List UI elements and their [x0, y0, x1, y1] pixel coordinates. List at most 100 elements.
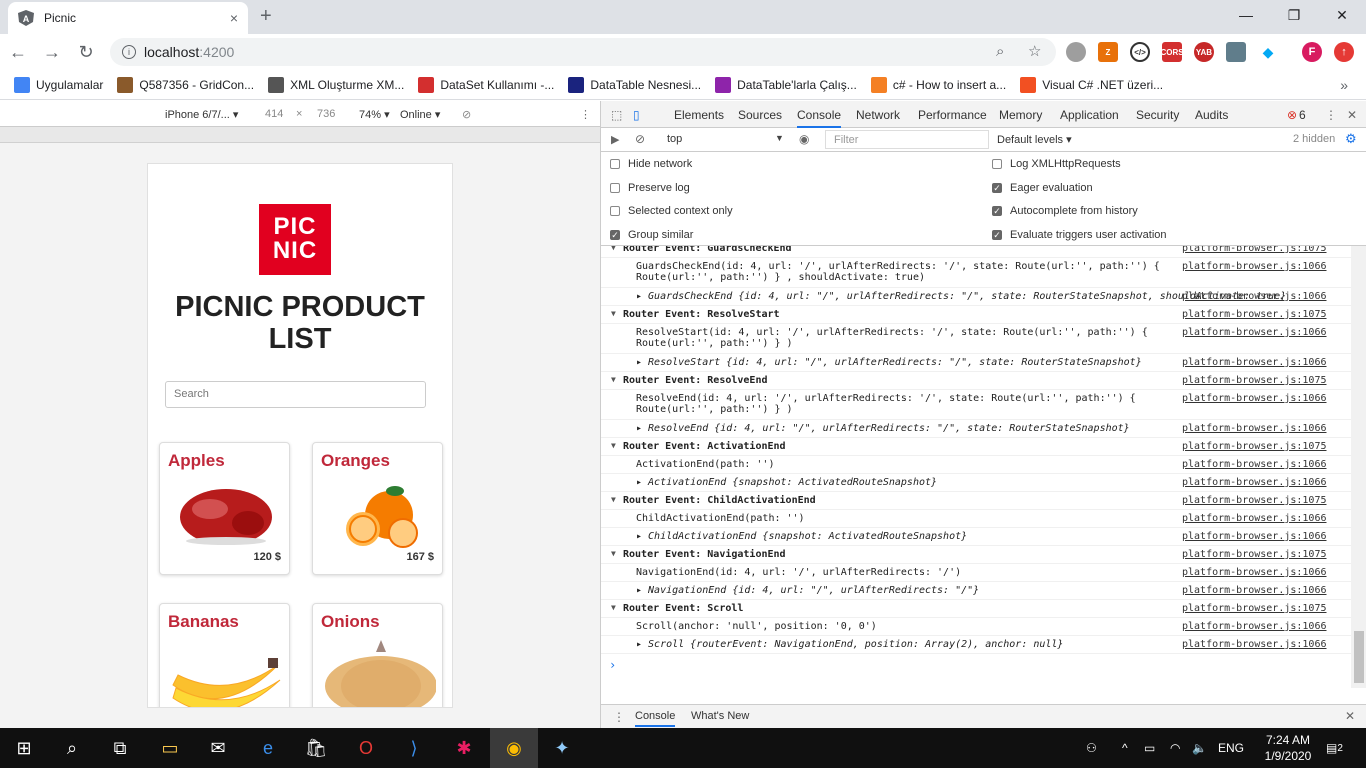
console-message[interactable]: ▸ ResolveStart {id: 4, url: "/", urlAfte…: [601, 354, 1351, 372]
unchecked-icon[interactable]: [992, 159, 1002, 169]
source-link[interactable]: platform-browser.js:1075: [1182, 441, 1327, 452]
console-message[interactable]: ChildActivationEnd(path: '') platform-bro…: [601, 510, 1351, 528]
file-explorer-icon[interactable]: ▭: [146, 728, 194, 768]
tab-application[interactable]: Application: [1060, 108, 1119, 122]
maximize-button[interactable]: ❐: [1270, 0, 1318, 30]
device-more-icon[interactable]: ⋮: [580, 108, 591, 121]
clock[interactable]: 7:24 AM 1/9/2020: [1258, 728, 1318, 768]
console-group-header[interactable]: ▼ Router Event: ResolveStart platform-brow…: [601, 306, 1351, 324]
tab-sources[interactable]: Sources: [738, 108, 782, 122]
tab-console[interactable]: Console: [797, 108, 842, 128]
start-icon[interactable]: ⊞: [0, 728, 48, 768]
extension-cors-icon[interactable]: CORS: [1160, 42, 1184, 62]
source-link[interactable]: platform-browser.js:1066: [1182, 531, 1327, 542]
profile-avatar[interactable]: F: [1302, 42, 1322, 62]
volume-icon[interactable]: 🔈: [1192, 728, 1207, 768]
unchecked-icon[interactable]: [610, 182, 620, 193]
bookmark-item[interactable]: Visual C# .NET üzeri...: [1020, 76, 1163, 93]
console-filter-input[interactable]: Filter: [825, 130, 989, 149]
browser-tab[interactable]: A Picnic ×: [8, 2, 248, 34]
search-input[interactable]: Search: [165, 381, 426, 408]
opera-icon[interactable]: O: [342, 728, 390, 768]
reload-icon[interactable]: ↻: [70, 36, 102, 68]
product-card[interactable]: Onions: [312, 603, 443, 707]
product-card[interactable]: Oranges 167 $: [312, 442, 443, 575]
zoom-select[interactable]: 74% ▾: [359, 108, 390, 121]
extension-person-icon[interactable]: [1226, 42, 1246, 62]
bookmarks-more-icon[interactable]: »: [1340, 77, 1348, 93]
device-height[interactable]: 736: [317, 108, 335, 120]
bookmark-star-icon[interactable]: ☆: [1028, 42, 1041, 60]
back-icon[interactable]: ←: [2, 36, 34, 68]
source-link[interactable]: platform-browser.js:1066: [1182, 393, 1327, 404]
bookmark-item[interactable]: Uygulamalar: [14, 76, 103, 93]
unchecked-icon[interactable]: [610, 206, 620, 216]
vscode-icon[interactable]: ⟩: [390, 728, 438, 768]
network-select[interactable]: Online ▾: [400, 108, 440, 121]
product-card[interactable]: Bananas: [159, 603, 290, 707]
device-toggle-icon[interactable]: ▯: [633, 108, 640, 122]
source-link[interactable]: platform-browser.js:1075: [1182, 603, 1327, 614]
source-link[interactable]: platform-browser.js:1066: [1182, 261, 1327, 272]
product-card[interactable]: Apples 120 $: [159, 442, 290, 575]
source-link[interactable]: platform-browser.js:1075: [1182, 246, 1327, 254]
bookmark-item[interactable]: Q587356 - GridCon...: [117, 76, 254, 93]
tab-security[interactable]: Security: [1136, 108, 1179, 122]
source-link[interactable]: platform-browser.js:1066: [1182, 585, 1327, 596]
expand-arrow-icon[interactable]: ▼: [611, 441, 616, 450]
source-link[interactable]: platform-browser.js:1075: [1182, 309, 1327, 320]
new-tab-button[interactable]: +: [260, 6, 272, 26]
console-group-header[interactable]: ▼ Router Event: NavigationEnd platform-bro…: [601, 546, 1351, 564]
mail-icon[interactable]: ✉: [194, 728, 242, 768]
checked-icon[interactable]: ✓: [992, 182, 1002, 193]
bookmark-item[interactable]: XML Oluşturme XM...: [268, 76, 404, 93]
expand-arrow-icon[interactable]: ▼: [611, 309, 616, 318]
source-link[interactable]: platform-browser.js:1066: [1182, 459, 1327, 470]
address-bar[interactable]: i localhost:4200 ⌕ ☆: [110, 38, 1056, 66]
extension-code-icon[interactable]: </>: [1130, 42, 1150, 62]
console-message[interactable]: ▸ NavigationEnd {id: 4, url: "/", urlAft…: [601, 582, 1351, 600]
extension-globe-icon[interactable]: [1066, 42, 1086, 62]
checked-icon[interactable]: ✓: [610, 229, 620, 240]
console-group-header[interactable]: ▼ Router Event: ChildActivationEnd platfor…: [601, 492, 1351, 510]
drawer-close-icon[interactable]: ✕: [1345, 709, 1355, 723]
tab-audits[interactable]: Audits: [1195, 108, 1228, 122]
unchecked-icon[interactable]: [610, 159, 620, 169]
setting-checkbox[interactable]: ✓ Evaluate triggers user activation: [992, 229, 1167, 241]
window-close-button[interactable]: ✕: [1318, 0, 1366, 30]
tab-elements[interactable]: Elements: [674, 108, 724, 122]
devtools-more-icon[interactable]: ⋮: [1325, 108, 1337, 122]
search-page-icon[interactable]: ⌕: [996, 43, 1004, 60]
drawer-tab-console[interactable]: Console: [635, 710, 676, 727]
source-link[interactable]: platform-browser.js:1066: [1182, 423, 1327, 434]
setting-checkbox[interactable]: Preserve log: [610, 182, 690, 194]
source-link[interactable]: platform-browser.js:1066: [1182, 291, 1327, 302]
console-message[interactable]: ▸ ResolveEnd {id: 4, url: "/", urlAfterR…: [601, 420, 1351, 438]
bookmark-item[interactable]: c# - How to insert a...: [870, 76, 1006, 93]
console-message[interactable]: ResolveStart(id: 4, url: '/', urlAfterRe…: [601, 324, 1351, 354]
expand-arrow-icon[interactable]: ▼: [611, 246, 616, 252]
setting-checkbox[interactable]: ✓ Group similar: [610, 229, 693, 241]
people-icon[interactable]: ⚇: [1086, 728, 1097, 768]
tray-chevron-icon[interactable]: ^: [1122, 728, 1128, 768]
console-group-header[interactable]: ▼ Router Event: ResolveEnd platform-browse…: [601, 372, 1351, 390]
drawer-menu-icon[interactable]: ⋮: [613, 710, 625, 724]
device-width[interactable]: 414: [265, 108, 283, 120]
chrome-icon[interactable]: ◉: [490, 728, 538, 768]
console-message[interactable]: ▸ ActivationEnd {snapshot: ActivatedRout…: [601, 474, 1351, 492]
source-link[interactable]: platform-browser.js:1075: [1182, 375, 1327, 386]
console-settings-icon[interactable]: ⚙: [1345, 131, 1357, 147]
console-group-header[interactable]: ▼ Router Event: ActivationEnd platform-bro…: [601, 438, 1351, 456]
app-icon[interactable]: ✦: [538, 728, 586, 768]
console-group-header[interactable]: ▼ Router Event: Scroll platform-browser.js…: [601, 600, 1351, 618]
minimize-button[interactable]: —: [1222, 0, 1270, 30]
devtools-close-icon[interactable]: ✕: [1347, 108, 1357, 122]
forward-icon[interactable]: →: [36, 36, 68, 68]
checked-icon[interactable]: ✓: [992, 206, 1002, 216]
source-link[interactable]: platform-browser.js:1066: [1182, 327, 1327, 338]
console-message[interactable]: ▸ Scroll {routerEvent: NavigationEnd, po…: [601, 636, 1351, 654]
source-link[interactable]: platform-browser.js:1075: [1182, 495, 1327, 506]
setting-checkbox[interactable]: Selected context only: [610, 205, 733, 217]
tab-network[interactable]: Network: [856, 108, 900, 122]
expand-arrow-icon[interactable]: ▼: [611, 375, 616, 384]
